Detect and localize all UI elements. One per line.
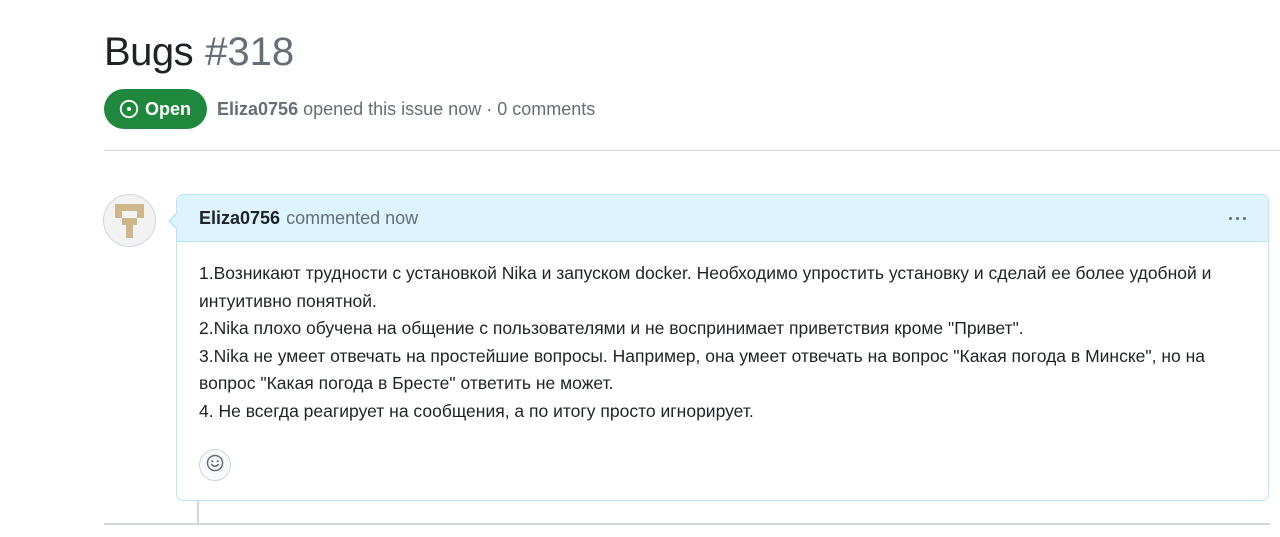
issue-number: #318 <box>205 30 295 74</box>
comment-header: Eliza0756 commented now <box>177 195 1268 242</box>
comment-paragraph: 1.Возникают трудности с установкой Nika … <box>199 263 1212 311</box>
kebab-horizontal-icon[interactable] <box>1229 211 1246 226</box>
header-divider <box>104 150 1280 151</box>
issue-meta-text: opened this issue now · 0 comments <box>303 98 596 119</box>
add-reaction-button[interactable] <box>199 449 231 481</box>
comment-box: Eliza0756 commented now 1.Возникают труд… <box>168 194 1269 501</box>
comment-paragraph: 2.Nika плохо обучена на общение с пользо… <box>199 318 1024 338</box>
comment-author-link[interactable]: Eliza0756 <box>199 208 280 229</box>
issue-author-link[interactable]: Eliza0756 <box>217 99 298 120</box>
issue-meta: Open Eliza0756 opened this issue now · 0… <box>104 89 595 129</box>
timeline-divider <box>104 523 1270 525</box>
comment-paragraph: 3.Nika не умеет отвечать на простейшие в… <box>199 345 1206 394</box>
state-badge: Open <box>104 89 208 129</box>
avatar[interactable] <box>103 194 156 247</box>
timeline-connector <box>197 500 199 525</box>
issue-title: Bugs <box>104 30 194 74</box>
issue-title-row: Bugs #318 <box>104 30 294 82</box>
comment-timestamp[interactable]: commented now <box>286 208 418 229</box>
comment-body: 1.Возникают трудности с установкой Nika … <box>177 242 1268 425</box>
issue-open-icon <box>119 99 139 119</box>
smiley-icon <box>206 454 224 477</box>
state-label: Open <box>145 98 192 119</box>
comment-paragraph: 4. Не всегда реагирует на сообщения, а п… <box>199 400 754 421</box>
